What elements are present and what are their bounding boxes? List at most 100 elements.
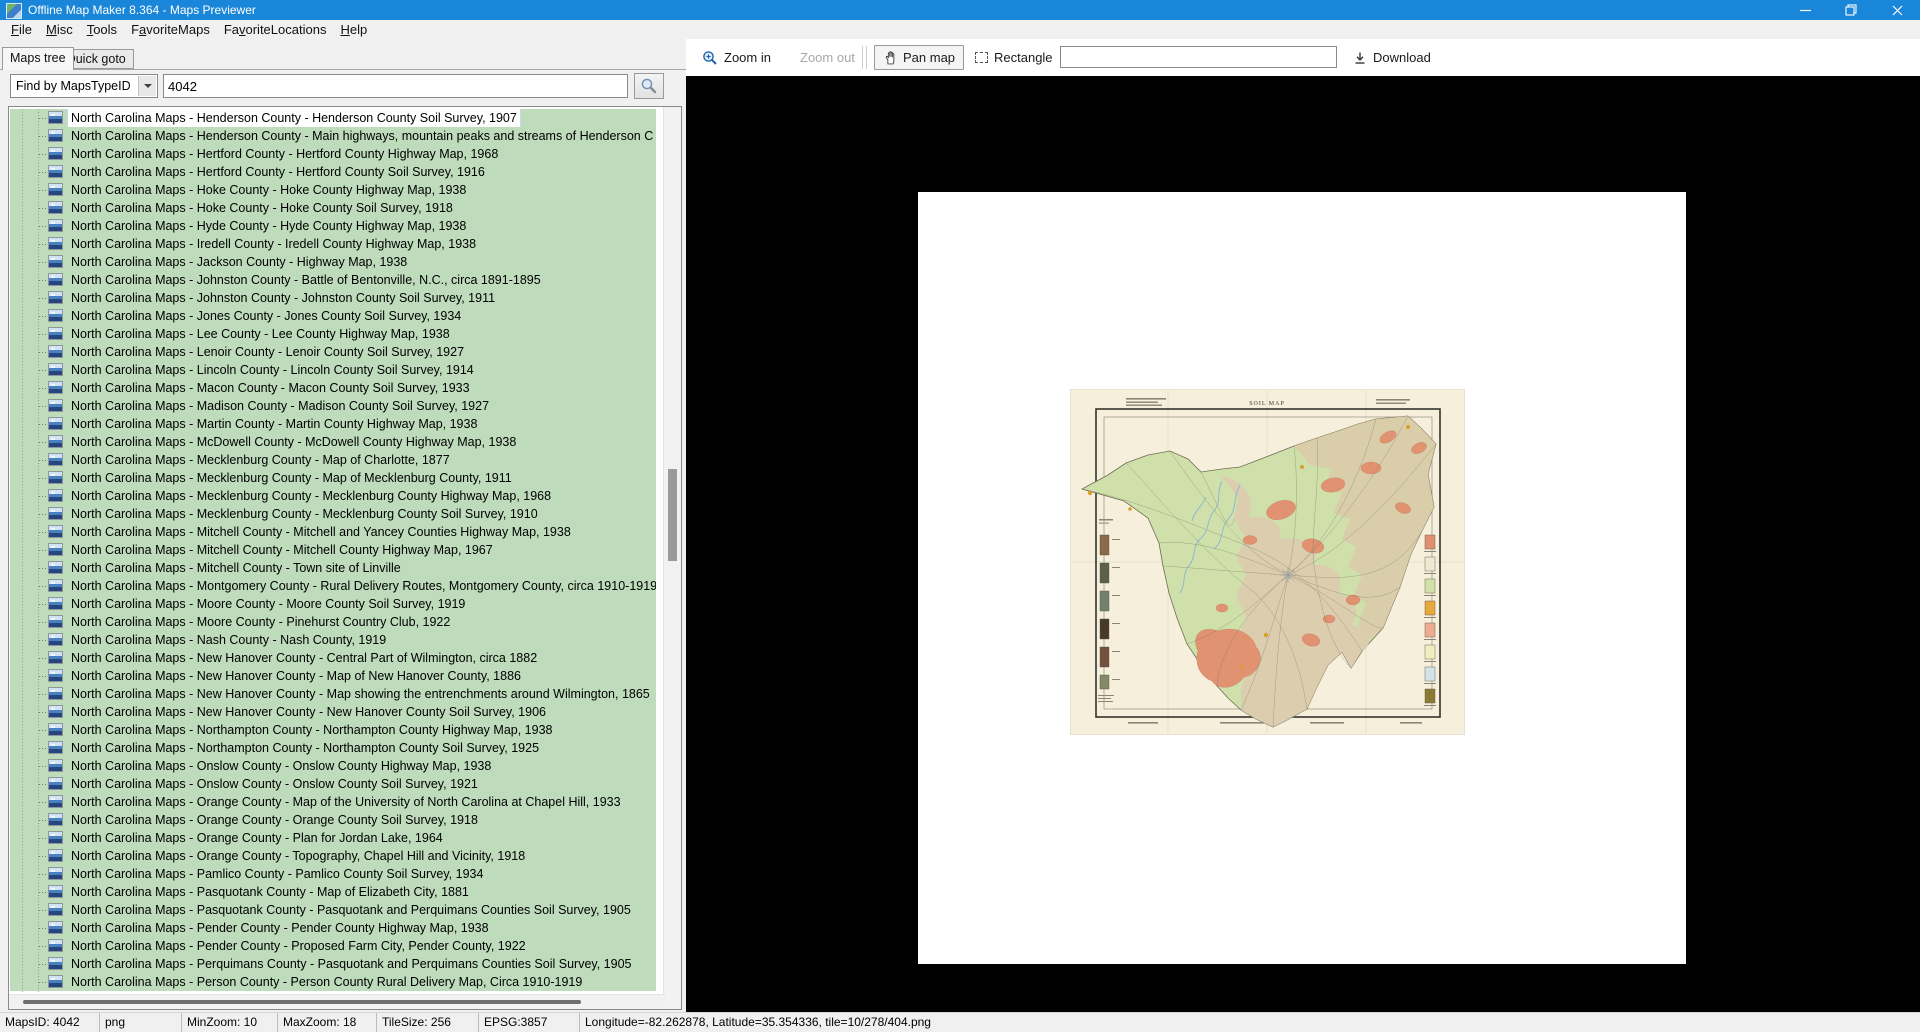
map-item-icon <box>48 417 63 430</box>
horizontal-scrollbar-thumb[interactable] <box>23 1000 581 1004</box>
map-preview-image: SOIL MAP <box>1070 389 1465 735</box>
tree-item-label: North Carolina Maps - Mecklenburg County… <box>68 487 554 505</box>
tree-item[interactable]: North Carolina Maps - Jackson County - H… <box>10 253 656 271</box>
tree-item[interactable]: North Carolina Maps - Mitchell County - … <box>10 523 656 541</box>
horizontal-scrollbar[interactable] <box>9 994 666 1009</box>
preview-toolbar: Zoom in Zoom out Pan map Rectangle <box>686 39 1920 76</box>
tree-item[interactable]: North Carolina Maps - Montgomery County … <box>10 577 656 595</box>
tab-maps-tree[interactable]: Maps tree <box>2 47 74 70</box>
tree-item[interactable]: North Carolina Maps - Orange County - To… <box>10 847 656 865</box>
tree-item[interactable]: North Carolina Maps - Moore County - Pin… <box>10 613 656 631</box>
tree-item[interactable]: North Carolina Maps - New Hanover County… <box>10 703 656 721</box>
map-item-icon <box>48 255 63 268</box>
tree-item[interactable]: North Carolina Maps - Orange County - Pl… <box>10 829 656 847</box>
tree-item[interactable]: North Carolina Maps - Iredell County - I… <box>10 235 656 253</box>
tree-item[interactable]: North Carolina Maps - McDowell County - … <box>10 433 656 451</box>
menu-misc[interactable]: Misc <box>39 20 80 39</box>
download-button[interactable]: Download <box>1345 45 1439 70</box>
tree-item[interactable]: North Carolina Maps - Jones County - Jon… <box>10 307 656 325</box>
tree-item[interactable]: North Carolina Maps - Lenoir County - Le… <box>10 343 656 361</box>
tree-item-label: North Carolina Maps - Mecklenburg County… <box>68 505 541 523</box>
zoom-out-button[interactable]: Zoom out <box>792 45 863 70</box>
tree-item[interactable]: North Carolina Maps - Orange County - Ma… <box>10 793 656 811</box>
tree-item[interactable]: North Carolina Maps - Mitchell County - … <box>10 559 656 577</box>
tree-item[interactable]: North Carolina Maps - Macon County - Mac… <box>10 379 656 397</box>
tree-item[interactable]: North Carolina Maps - Henderson County -… <box>10 109 656 127</box>
tree-item[interactable]: North Carolina Maps - Madison County - M… <box>10 397 656 415</box>
rectangle-button[interactable]: Rectangle <box>967 45 1061 70</box>
tree-item[interactable]: North Carolina Maps - New Hanover County… <box>10 649 656 667</box>
menu-favoritelocations[interactable]: FavoriteLocations <box>217 20 334 39</box>
tree-item[interactable]: North Carolina Maps - Onslow County - On… <box>10 775 656 793</box>
tree-item[interactable]: North Carolina Maps - Hyde County - Hyde… <box>10 217 656 235</box>
tree-item[interactable]: North Carolina Maps - Lee County - Lee C… <box>10 325 656 343</box>
map-item-icon <box>48 597 63 610</box>
map-canvas[interactable]: SOIL MAP <box>686 76 1920 1012</box>
tree-item[interactable]: North Carolina Maps - Johnston County - … <box>10 271 656 289</box>
tree-item[interactable]: North Carolina Maps - Perquimans County … <box>10 955 656 973</box>
minimize-button[interactable] <box>1782 0 1828 20</box>
map-item-icon <box>48 669 63 682</box>
tree-item[interactable]: North Carolina Maps - Hoke County - Hoke… <box>10 181 656 199</box>
tree-item-label: North Carolina Maps - Mecklenburg County… <box>68 469 515 487</box>
tree-item[interactable]: North Carolina Maps - Hertford County - … <box>10 145 656 163</box>
tree-item[interactable]: North Carolina Maps - Northampton County… <box>10 721 656 739</box>
tree-item[interactable]: North Carolina Maps - Person County - Pe… <box>10 973 656 991</box>
close-button[interactable] <box>1874 0 1920 20</box>
title-bar: Offline Map Maker 8.364 - Maps Previewer <box>0 0 1920 20</box>
search-button[interactable] <box>634 73 664 99</box>
dropdown-button[interactable] <box>138 76 156 96</box>
tree-item[interactable]: North Carolina Maps - Pender County - Pr… <box>10 937 656 955</box>
tree-item[interactable]: North Carolina Maps - Hoke County - Hoke… <box>10 199 656 217</box>
tree-item[interactable]: North Carolina Maps - Mecklenburg County… <box>10 469 656 487</box>
tree-item[interactable]: North Carolina Maps - Johnston County - … <box>10 289 656 307</box>
maps-tree-list[interactable]: North Carolina Maps - Henderson County -… <box>8 106 682 1010</box>
app-icon <box>6 3 22 19</box>
toolbar-textbox[interactable] <box>1060 46 1337 68</box>
map-item-icon <box>48 147 63 160</box>
menu-help[interactable]: Help <box>333 20 374 39</box>
tree-item[interactable]: North Carolina Maps - New Hanover County… <box>10 667 656 685</box>
tree-item-label: North Carolina Maps - Orange County - Ma… <box>68 793 624 811</box>
map-item-icon <box>48 759 63 772</box>
tree-item-label: North Carolina Maps - Person County - Pe… <box>68 973 585 991</box>
status-panel-5: EPSG:3857 <box>479 1013 580 1032</box>
tree-item[interactable]: North Carolina Maps - Northampton County… <box>10 739 656 757</box>
tree-item-label: North Carolina Maps - Henderson County -… <box>68 127 656 145</box>
find-by-value: Find by MapsTypeID <box>16 79 131 93</box>
map-item-icon <box>48 453 63 466</box>
vertical-scrollbar-thumb[interactable] <box>668 469 677 561</box>
menu-favoritemaps[interactable]: FavoriteMaps <box>124 20 217 39</box>
search-input[interactable] <box>163 74 628 98</box>
menu-file[interactable]: File <box>4 20 39 39</box>
tree-item[interactable]: North Carolina Maps - Orange County - Or… <box>10 811 656 829</box>
tree-item[interactable]: North Carolina Maps - Pender County - Pe… <box>10 919 656 937</box>
vertical-scrollbar[interactable] <box>663 107 681 1009</box>
tree-item[interactable]: North Carolina Maps - Pasquotank County … <box>10 883 656 901</box>
tree-item[interactable]: North Carolina Maps - Moore County - Moo… <box>10 595 656 613</box>
zoom-in-button[interactable]: Zoom in <box>694 45 779 70</box>
find-by-dropdown[interactable]: Find by MapsTypeID <box>10 74 158 98</box>
tree-item[interactable]: North Carolina Maps - Mecklenburg County… <box>10 451 656 469</box>
tree-item[interactable]: North Carolina Maps - Mecklenburg County… <box>10 505 656 523</box>
status-panel-3: MaxZoom: 18 <box>278 1013 377 1032</box>
tree-item[interactable]: North Carolina Maps - Onslow County - On… <box>10 757 656 775</box>
tree-item[interactable]: North Carolina Maps - Mecklenburg County… <box>10 487 656 505</box>
tree-item[interactable]: North Carolina Maps - Pasquotank County … <box>10 901 656 919</box>
tree-item[interactable]: North Carolina Maps - Hertford County - … <box>10 163 656 181</box>
tree-item[interactable]: North Carolina Maps - New Hanover County… <box>10 685 656 703</box>
restore-button[interactable] <box>1828 0 1874 20</box>
menu-tools[interactable]: Tools <box>80 20 124 39</box>
pan-map-button[interactable]: Pan map <box>874 45 964 70</box>
tree-item[interactable]: North Carolina Maps - Martin County - Ma… <box>10 415 656 433</box>
restore-icon <box>1845 4 1857 16</box>
tree-item[interactable]: North Carolina Maps - Henderson County -… <box>10 127 656 145</box>
tree-item-label: North Carolina Maps - Moore County - Pin… <box>68 613 453 631</box>
hand-icon <box>883 50 897 65</box>
tree-item[interactable]: North Carolina Maps - Nash County - Nash… <box>10 631 656 649</box>
tree-item[interactable]: North Carolina Maps - Mitchell County - … <box>10 541 656 559</box>
map-item-icon <box>48 957 63 970</box>
toolbar-separator <box>866 46 867 69</box>
tree-item[interactable]: North Carolina Maps - Lincoln County - L… <box>10 361 656 379</box>
tree-item[interactable]: North Carolina Maps - Pamlico County - P… <box>10 865 656 883</box>
